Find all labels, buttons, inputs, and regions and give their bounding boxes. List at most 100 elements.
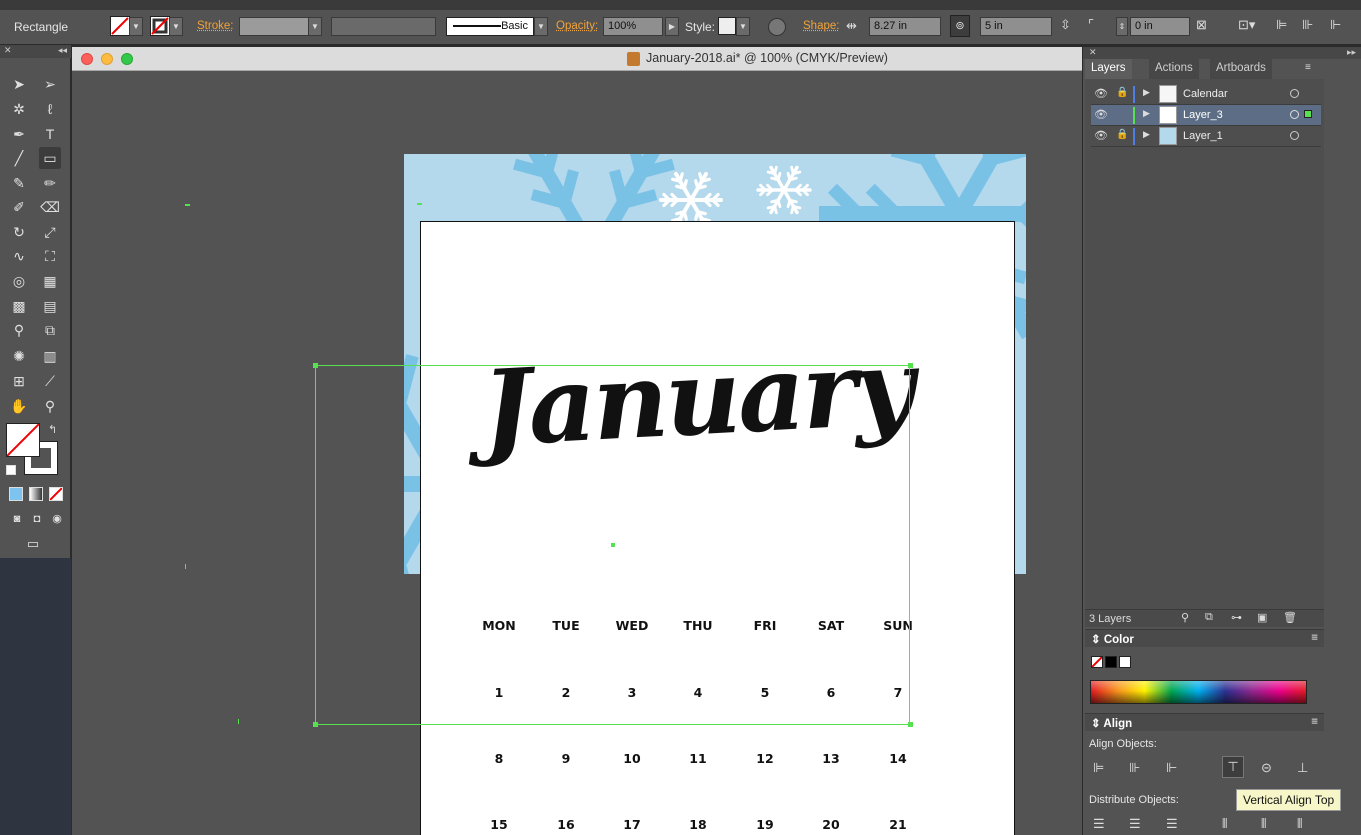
clip-mask-icon[interactable]: ⧉ — [1205, 611, 1213, 624]
stroke-label[interactable]: Stroke: — [197, 20, 233, 32]
minimize-button[interactable] — [101, 53, 113, 65]
zoom-button[interactable] — [121, 53, 133, 65]
shaper-icon[interactable]: ✐ — [8, 196, 30, 218]
align-panel-header[interactable]: ⇕ Align ≡ — [1085, 713, 1324, 731]
layer-row-calendar[interactable]: 👁 🔒 ▶ Calendar — [1091, 84, 1321, 105]
free-transform-icon[interactable]: ⛶ — [39, 245, 61, 267]
opacity-label[interactable]: Opacity: — [556, 20, 598, 32]
paintbrush-icon[interactable]: ✎ — [8, 172, 30, 194]
recolor-icon[interactable] — [768, 18, 786, 36]
layer-name[interactable]: Layer_3 — [1183, 109, 1223, 121]
pencil-icon[interactable]: ✏ — [39, 172, 61, 194]
slice-icon[interactable]: ⟋ — [39, 370, 61, 392]
target-icon[interactable] — [1290, 110, 1299, 119]
align-right-icon[interactable]: ⊩ — [1330, 17, 1341, 33]
draw-behind-icon[interactable]: ◘ — [26, 508, 48, 530]
expand-triangle-icon[interactable]: ▶ — [1143, 87, 1150, 98]
fill-swatch[interactable] — [110, 16, 130, 36]
eye-icon[interactable]: 👁 — [1094, 87, 1108, 100]
tab-artboards[interactable]: Artboards — [1210, 59, 1272, 79]
screen-mode-icon[interactable]: ▭ — [22, 533, 44, 555]
shape-label[interactable]: Shape: — [803, 20, 839, 32]
fill-dropdown[interactable]: ▼ — [129, 17, 143, 36]
color-mode-icon[interactable] — [9, 487, 23, 501]
opacity-arrow[interactable]: ▶ — [665, 17, 679, 36]
corner-stepper[interactable]: ⇕ — [1116, 17, 1128, 36]
brush-field[interactable]: Basic — [446, 17, 534, 36]
mesh-icon[interactable]: ▩ — [8, 295, 30, 317]
target-icon[interactable] — [1290, 131, 1299, 140]
search-icon[interactable]: ⚲ — [1181, 611, 1189, 624]
link-icon[interactable]: ⊚ — [950, 15, 970, 37]
rectangle-icon[interactable]: ▭ — [39, 147, 61, 169]
gradient-icon[interactable]: ▤ — [39, 295, 61, 317]
hand-icon[interactable]: ✋ — [8, 395, 30, 417]
eye-icon[interactable]: 👁 — [1094, 129, 1108, 142]
eraser-icon[interactable]: ⌫ — [39, 196, 61, 218]
lasso-icon[interactable]: ℓ — [39, 98, 61, 120]
transform-icon[interactable]: ⊡▾ — [1238, 17, 1255, 33]
corner-options-icon[interactable]: ⊠ — [1196, 17, 1207, 33]
gradient-mode-icon[interactable] — [29, 487, 43, 501]
distribute-bottom-icon[interactable]: ☰ — [1166, 816, 1178, 832]
close-button[interactable] — [81, 53, 93, 65]
selection-indicator[interactable] — [1304, 110, 1312, 118]
width-field[interactable]: 8.27 in — [869, 17, 941, 36]
blend-icon[interactable]: ⧉ — [39, 319, 61, 341]
style-dropdown[interactable]: ▼ — [736, 17, 750, 36]
color-spectrum[interactable] — [1090, 680, 1307, 704]
scale-icon[interactable]: ⤢ — [39, 221, 61, 243]
stroke-weight-field[interactable] — [239, 17, 309, 36]
eyedropper-icon[interactable]: ⚲ — [8, 319, 30, 341]
eye-icon[interactable]: 👁 — [1094, 108, 1108, 121]
selection-handle[interactable] — [313, 722, 318, 727]
lock-icon[interactable]: 🔒 — [1116, 87, 1128, 98]
stroke-swatch[interactable] — [150, 16, 170, 36]
align-hcenter-icon[interactable]: ⊪ — [1302, 17, 1313, 33]
selection-handle[interactable] — [908, 363, 913, 368]
stroke-dropdown[interactable]: ▼ — [169, 17, 183, 36]
brush-dropdown[interactable]: ▼ — [534, 17, 548, 36]
none-swatch[interactable] — [1091, 656, 1103, 668]
horizontal-align-center-icon[interactable]: ⊪ — [1129, 760, 1140, 776]
rotate-icon[interactable]: ↻ — [8, 221, 30, 243]
default-colors-icon[interactable] — [6, 465, 16, 475]
variable-width-field[interactable] — [331, 17, 436, 36]
distribute-top-icon[interactable]: ☰ — [1093, 816, 1105, 832]
distribute-left-icon[interactable]: ⫴ — [1222, 816, 1227, 832]
white-swatch[interactable] — [1119, 656, 1131, 668]
draw-normal-icon[interactable]: ◙ — [6, 508, 28, 530]
vertical-align-top-icon[interactable]: ⊤ — [1222, 756, 1244, 778]
magic-wand-icon[interactable]: ✲ — [8, 98, 30, 120]
horizontal-align-left-icon[interactable]: ⊫ — [1093, 760, 1104, 776]
swap-colors-icon[interactable]: ↰ — [48, 423, 57, 436]
tab-actions[interactable]: Actions — [1149, 59, 1199, 79]
pen-icon[interactable]: ✒ — [8, 123, 30, 145]
horizontal-align-right-icon[interactable]: ⊩ — [1166, 760, 1177, 776]
corner-field[interactable]: 0 in — [1130, 17, 1190, 36]
lock-icon[interactable]: 🔒 — [1116, 129, 1128, 140]
distribute-hcenter-icon[interactable]: ⫴ — [1261, 816, 1266, 832]
zoom-icon[interactable]: ⚲ — [39, 395, 61, 417]
layer-name[interactable]: Layer_1 — [1183, 130, 1223, 142]
artboard-icon[interactable]: ⊞ — [8, 370, 30, 392]
opacity-field[interactable]: 100% — [603, 17, 663, 36]
direct-selection-icon[interactable]: ➢ — [39, 73, 61, 95]
align-left-icon[interactable]: ⊫ — [1276, 17, 1287, 33]
graph-icon[interactable]: ▥ — [39, 345, 61, 367]
selection-handle[interactable] — [313, 363, 318, 368]
expand-triangle-icon[interactable]: ▶ — [1143, 108, 1150, 119]
panel-menu-icon[interactable]: ≡ — [1305, 62, 1311, 73]
stroke-weight-dropdown[interactable]: ▼ — [308, 17, 322, 36]
symbol-sprayer-icon[interactable]: ✺ — [8, 345, 30, 367]
layer-row-layer1[interactable]: 👁 🔒 ▶ Layer_1 — [1091, 126, 1321, 147]
layer-name[interactable]: Calendar — [1183, 88, 1228, 100]
canvas[interactable]: MON TUE WED THU FRI SAT SUN 1 2 3 4 5 6 7 8 9 10 11 12 13 14… — [72, 71, 1082, 835]
trash-icon[interactable]: 🗑 — [1283, 611, 1297, 624]
color-panel-header[interactable]: ⇕ Color ≡ — [1085, 629, 1324, 647]
perspective-grid-icon[interactable]: ▦ — [39, 270, 61, 292]
new-sublayer-icon[interactable]: ⊶ — [1231, 611, 1242, 624]
type-icon[interactable]: T — [39, 123, 61, 145]
fill-color-front[interactable] — [6, 423, 40, 457]
distribute-right-icon[interactable]: ⫴ — [1297, 816, 1302, 832]
